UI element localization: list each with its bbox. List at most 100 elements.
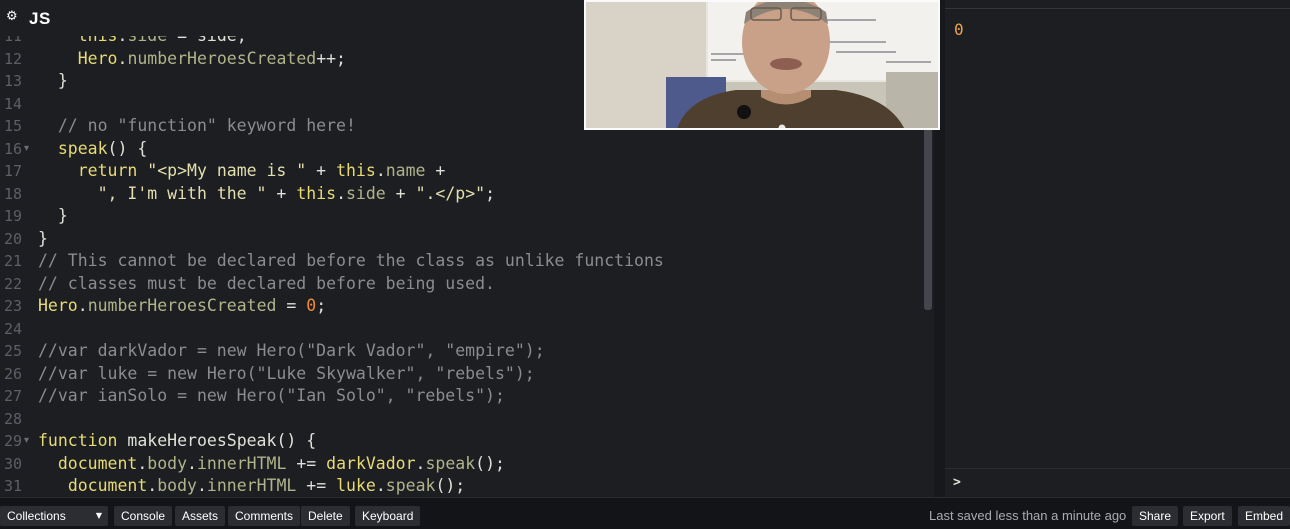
code-line[interactable]: 18 ", I'm with the " + this.side + ".</p… <box>0 183 928 206</box>
code-line[interactable]: 27 //var ianSolo = new Hero("Ian Solo", "… <box>0 385 928 408</box>
preview-header <box>945 0 1290 9</box>
code-line[interactable]: 22 // classes must be declared before bei… <box>0 273 928 296</box>
code-token: //var luke = new Hero("Luke Skywalker", … <box>38 363 535 383</box>
code-token: Hero <box>77 48 118 68</box>
code-token: ", I'm with the " <box>97 183 267 203</box>
share-button[interactable]: Share <box>1132 506 1179 526</box>
code-token: . <box>196 476 207 495</box>
line-number: 26 <box>3 364 22 383</box>
code-token: = <box>276 296 307 315</box>
code-line[interactable]: 28 <box>0 408 928 431</box>
code-token: luke <box>336 476 376 495</box>
code-token: side <box>346 183 386 203</box>
code-token: document <box>57 453 138 473</box>
code-line[interactable]: 17 return "<p>My name is " + this.name + <box>0 160 928 183</box>
line-number: 23 <box>3 297 22 315</box>
code-token: . <box>336 183 346 203</box>
code-token: speak <box>385 476 436 495</box>
assets-button[interactable]: Assets <box>175 506 226 526</box>
code-token: document <box>67 476 148 495</box>
code-line[interactable]: 21 // This cannot be declared before the … <box>0 250 928 273</box>
save-status-text: Last saved less than a minute ago <box>929 508 1127 523</box>
code-token: numberHeroesCreated <box>127 48 317 68</box>
chevron-down-icon: ▼ <box>95 511 102 520</box>
code-token: . <box>137 453 148 473</box>
line-number: 22 <box>3 274 22 293</box>
collections-dropdown[interactable]: Collections ▼ <box>0 506 108 526</box>
line-number: 20 <box>3 229 22 248</box>
code-text: // This cannot be declared before the cl… <box>38 250 664 273</box>
line-number: 19 <box>3 207 22 225</box>
line-number: 15 <box>3 117 22 135</box>
code-line[interactable]: 30 document.body.innerHTML += darkVador.… <box>0 453 928 476</box>
code-token: ++; <box>316 48 346 68</box>
comments-button[interactable]: Comments <box>228 506 301 526</box>
code-token: ; <box>485 183 496 203</box>
code-token: // classes must be declared before being… <box>38 273 495 293</box>
collections-label: Collections <box>7 509 66 523</box>
code-text: function makeHeroesSpeak() { <box>38 430 316 453</box>
code-token: () { <box>107 138 148 158</box>
code-token: body <box>157 476 197 495</box>
code-token: . <box>77 296 88 315</box>
code-text: //var darkVador = new Hero("Dark Vador",… <box>38 340 545 363</box>
line-number: 25 <box>3 342 22 360</box>
editor-scrollbar[interactable] <box>924 122 932 310</box>
code-token: } <box>38 206 68 225</box>
code-text: //var luke = new Hero("Luke Skywalker", … <box>38 363 535 386</box>
line-number: 18 <box>3 184 22 203</box>
code-token: 0 <box>306 296 317 315</box>
code-line[interactable]: 31 document.body.innerHTML += luke.speak… <box>0 475 928 497</box>
code-token: ; <box>316 296 327 315</box>
code-token: ".</p>" <box>415 183 486 203</box>
preview-pane <box>945 0 1290 468</box>
code-line[interactable]: 24 <box>0 318 928 341</box>
console-button[interactable]: Console <box>114 506 173 526</box>
code-text: } <box>38 228 48 251</box>
code-token: (); <box>475 453 505 473</box>
line-number: 13 <box>3 72 22 90</box>
code-token: //var darkVador = new Hero("Dark Vador",… <box>38 341 545 360</box>
code-token: innerHTML <box>206 476 297 495</box>
code-text: document.body.innerHTML += darkVador.spe… <box>38 453 505 476</box>
code-token: + <box>385 183 416 203</box>
editor-language-label: JS <box>29 9 51 28</box>
code-line[interactable]: 29 ▾ function makeHeroesSpeak() { <box>0 430 928 453</box>
code-line[interactable]: 26 //var luke = new Hero("Luke Skywalker"… <box>0 363 928 386</box>
code-text: document.body.innerHTML += luke.speak(); <box>38 475 465 497</box>
line-number: 27 <box>3 387 22 405</box>
code-text: Hero.numberHeroesCreated++; <box>38 48 346 71</box>
embed-button[interactable]: Embed <box>1238 506 1290 526</box>
code-token: + <box>425 161 446 180</box>
code-line[interactable]: 16 ▾ speak() { <box>0 138 928 161</box>
keyboard-button[interactable]: Keyboard <box>355 506 421 526</box>
line-number: 12 <box>3 49 22 68</box>
fold-arrow-icon[interactable]: ▾ <box>24 138 29 161</box>
line-number: 30 <box>3 454 22 473</box>
code-text: ", I'm with the " + this.side + ".</p>"; <box>38 183 495 206</box>
console-input-area[interactable] <box>945 468 1290 497</box>
line-number: 29 <box>3 432 22 450</box>
export-button[interactable]: Export <box>1183 506 1232 526</box>
gear-icon[interactable]: ⚙ <box>6 10 20 24</box>
code-token: // no "function" keyword here! <box>57 116 356 135</box>
line-number: 17 <box>3 162 22 180</box>
code-text: } <box>38 205 68 228</box>
code-token: // This cannot be declared before the cl… <box>38 251 664 270</box>
webcam-image <box>586 2 938 128</box>
code-line[interactable]: 19 } <box>0 205 928 228</box>
fold-arrow-icon[interactable]: ▾ <box>24 430 29 453</box>
delete-button[interactable]: Delete <box>301 506 350 526</box>
code-token: . <box>375 476 386 495</box>
code-line[interactable]: 20} <box>0 228 928 251</box>
code-token: . <box>187 453 197 473</box>
webcam-video <box>584 0 940 130</box>
code-line[interactable]: 25 //var darkVador = new Hero("Dark Vador… <box>0 340 928 363</box>
code-token: "<p>My name is " <box>147 161 307 180</box>
code-text: // classes must be declared before being… <box>38 273 495 296</box>
code-line[interactable]: 23 Hero.numberHeroesCreated = 0; <box>0 295 928 318</box>
